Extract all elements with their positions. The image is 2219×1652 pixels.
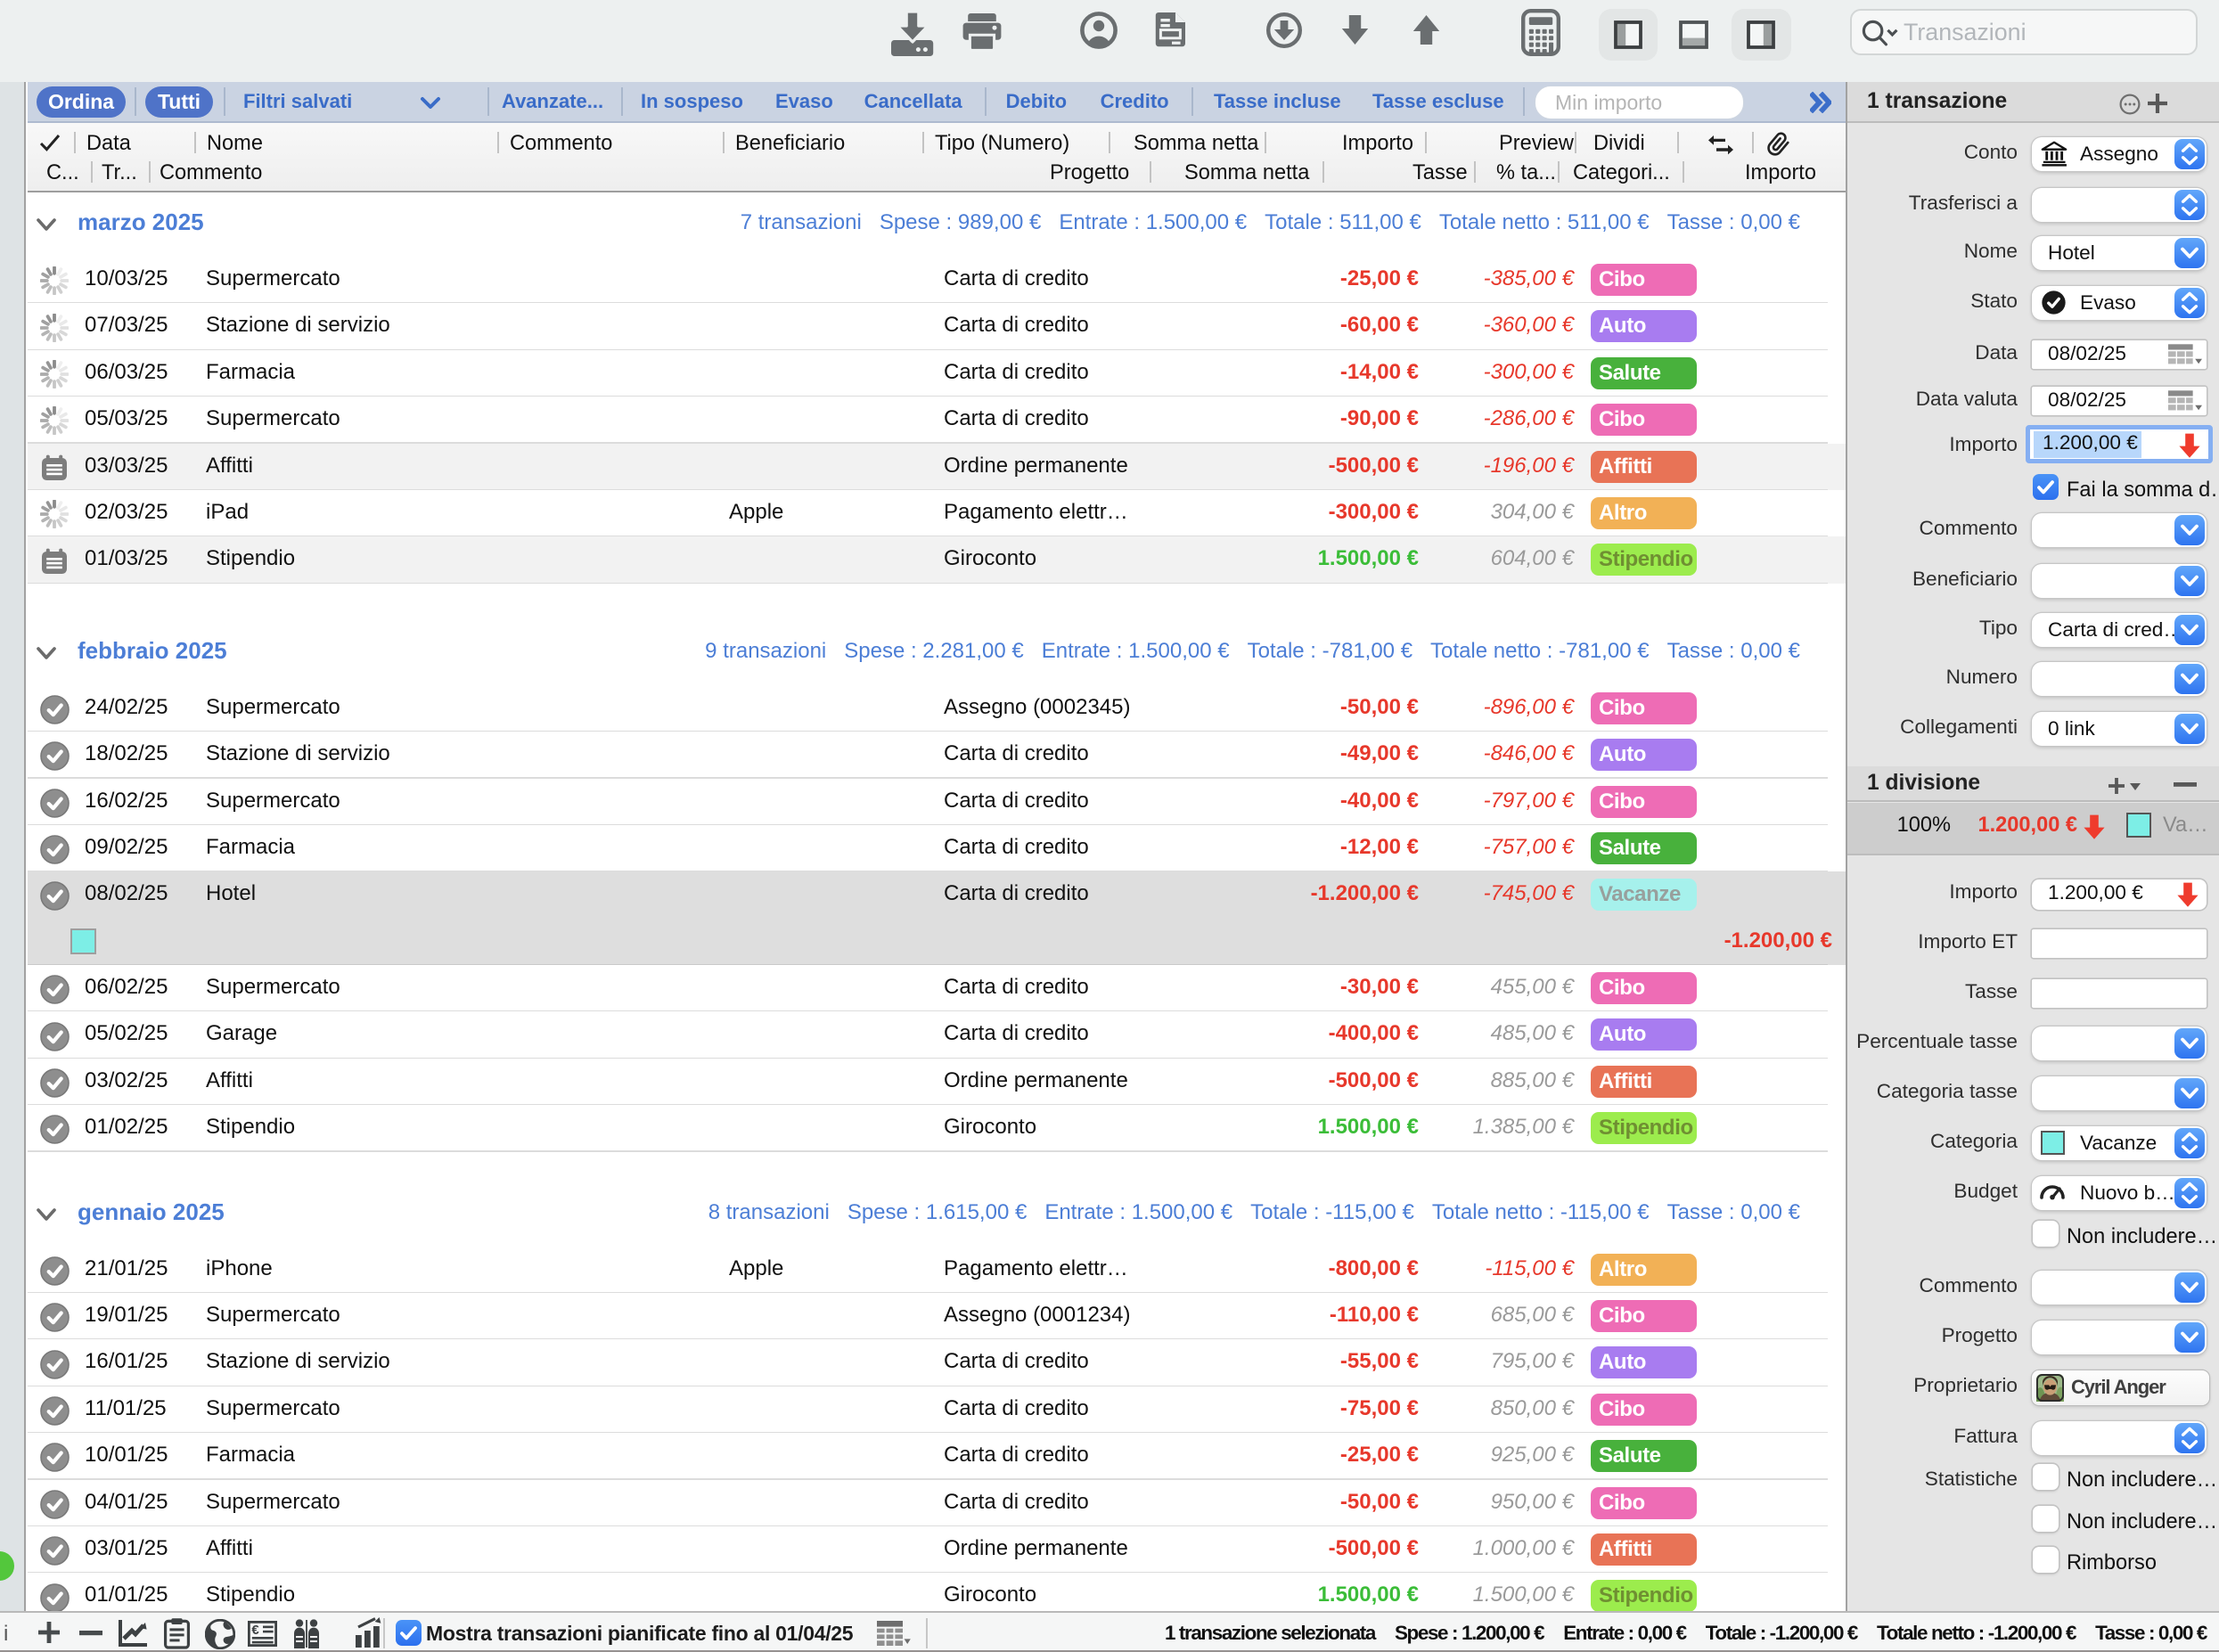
- svg-text:€: €: [251, 1623, 259, 1638]
